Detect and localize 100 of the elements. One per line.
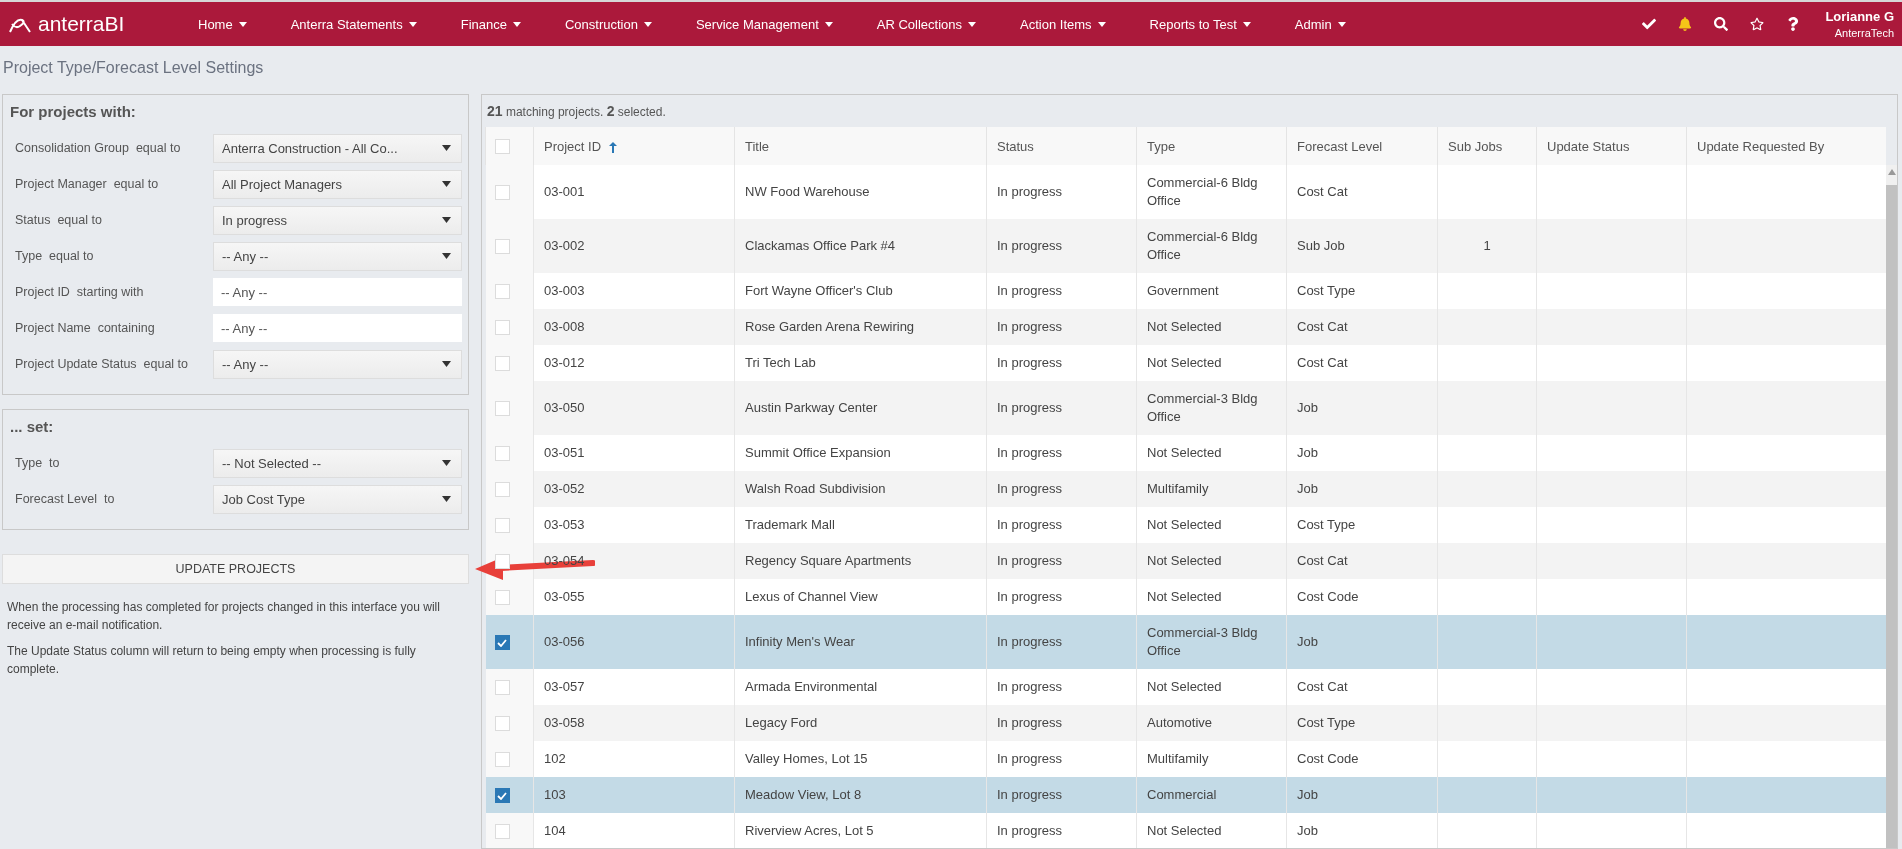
table-cell: 03-003 (544, 283, 585, 298)
table-cell: Cost Type (1297, 715, 1356, 730)
column-header[interactable]: Update Status (1536, 127, 1687, 165)
column-header[interactable]: Title (734, 127, 987, 165)
table-cell: Job (1297, 787, 1318, 802)
table-cell: Job (1297, 823, 1318, 838)
table-cell: Not Selected (1147, 517, 1222, 532)
caret-icon (1097, 21, 1106, 27)
column-header[interactable]: Forecast Level (1286, 127, 1438, 165)
column-header[interactable]: Status (986, 127, 1137, 165)
table-cell: In progress (997, 238, 1063, 253)
table-cell: Lexus of Channel View (745, 589, 878, 604)
caret-icon (442, 460, 451, 466)
table-cell: In progress (997, 481, 1063, 496)
dropdown[interactable]: All Project Managers (213, 169, 462, 199)
table-cell: In progress (997, 679, 1063, 694)
nav-menu[interactable]: Finance (438, 16, 543, 32)
field-label: Project ID starting with (14, 285, 145, 299)
table-cell: In progress (997, 400, 1063, 415)
nav-menu[interactable]: Construction (542, 16, 674, 32)
table-cell: Sub Job (1297, 238, 1345, 253)
table-cell: In progress (997, 751, 1063, 766)
table-cell: Fort Wayne Officer's Club (745, 283, 893, 298)
dropdown[interactable]: -- Any -- (213, 349, 462, 379)
select-all-checkbox[interactable] (495, 139, 510, 155)
table-cell: Not Selected (1147, 823, 1222, 838)
page-title: Project Type/Forecast Level Settings (2, 58, 265, 78)
column-header[interactable]: Update Requested By (1686, 127, 1886, 165)
dropdown[interactable]: Job Cost Type (213, 484, 462, 514)
table-cell: Riverview Acres, Lot 5 (745, 823, 874, 838)
table-cell: Cost Code (1297, 751, 1359, 766)
column-header[interactable]: Project ID (533, 127, 735, 165)
nav-menu[interactable]: Home (176, 16, 269, 32)
table-cell: Government (1147, 283, 1219, 298)
dropdown[interactable]: In progress (213, 205, 462, 235)
dropdown[interactable]: -- Not Selected -- (213, 448, 462, 478)
table-cell: 03-056 (544, 634, 585, 649)
caret-icon (442, 217, 451, 223)
table-cell: 1 (1483, 238, 1491, 253)
company-name: AnterraTech (1834, 27, 1894, 39)
row-checkbox[interactable] (494, 635, 510, 651)
field-label: Consolidation Group equal to (14, 141, 182, 155)
user-name[interactable]: Lorianne G (1825, 9, 1894, 24)
table-cell: In progress (997, 787, 1063, 802)
field-label: Type to (14, 456, 61, 470)
table-cell: Cost Cat (1297, 355, 1348, 370)
table-cell: Job (1297, 481, 1318, 496)
field-label: Status equal to (14, 213, 103, 227)
sort-arrow-icon (609, 141, 618, 153)
match-summary: 21 matching projects. 2 selected. (486, 102, 667, 121)
table-cell: Trademark Mall (745, 517, 835, 532)
row-checkbox[interactable] (494, 788, 510, 804)
table-cell: 03-012 (544, 355, 585, 370)
table-cell: In progress (997, 553, 1063, 568)
table-cell: 102 (544, 751, 566, 766)
table-cell: 03-058 (544, 715, 585, 730)
table-cell: Commercial (1147, 787, 1217, 802)
input-field[interactable]: -- Any -- (213, 278, 462, 306)
caret-icon (643, 21, 652, 27)
table-cell: In progress (997, 283, 1063, 298)
column-header[interactable]: Sub Jobs (1437, 127, 1537, 165)
table-cell: Armada Environmental (745, 679, 878, 694)
nav-menu[interactable]: AR Collections (854, 16, 999, 32)
table-cell: Walsh Road Subdivision (745, 481, 886, 496)
caret-icon (408, 21, 417, 27)
table-cell: 03-008 (544, 319, 585, 334)
table-cell: Tri Tech Lab (745, 355, 816, 370)
dropdown[interactable]: Anterra Construction - All Co... (213, 133, 462, 163)
dropdown[interactable]: -- Any -- (213, 241, 462, 271)
section-heading: ... set: (10, 418, 55, 435)
field-label: Forecast Level to (14, 492, 116, 506)
table-cell: Austin Parkway Center (745, 400, 878, 415)
table-cell: 03-051 (544, 445, 585, 460)
input-field[interactable]: -- Any -- (213, 314, 462, 342)
caret-icon (512, 21, 521, 27)
nav-menu[interactable]: Reports to Test (1127, 16, 1273, 32)
table-cell: Commercial-6 Bldg Office (1147, 175, 1258, 208)
scroll-up-icon[interactable] (1887, 169, 1896, 175)
table-cell: Cost Type (1297, 283, 1356, 298)
nav-menu[interactable]: Anterra Statements (268, 16, 439, 32)
logo[interactable]: anterraBI (0, 12, 176, 36)
table-cell: Commercial-3 Bldg Office (1147, 625, 1258, 658)
column-header[interactable]: Type (1136, 127, 1287, 165)
table-cell: Multifamily (1147, 751, 1209, 766)
caret-icon (238, 21, 247, 27)
nav-menu[interactable]: Admin (1272, 16, 1368, 32)
nav-menu[interactable]: Service Management (673, 16, 855, 32)
table-cell: Cost Cat (1297, 553, 1348, 568)
table-cell: 03-002 (544, 238, 585, 253)
caret-icon (824, 21, 833, 27)
table-cell: Cost Cat (1297, 184, 1348, 199)
table-cell: Rose Garden Arena Rewiring (745, 319, 915, 334)
update-projects-button[interactable]: UPDATE PROJECTS (2, 554, 469, 584)
table-cell: Infinity Men's Wear (745, 634, 855, 649)
caret-icon (442, 361, 451, 367)
caret-icon (968, 21, 977, 27)
nav-menu[interactable]: Action Items (998, 16, 1128, 32)
table-cell: In progress (997, 589, 1063, 604)
table-cell: Cost Code (1297, 589, 1359, 604)
table-cell: In progress (997, 445, 1063, 460)
